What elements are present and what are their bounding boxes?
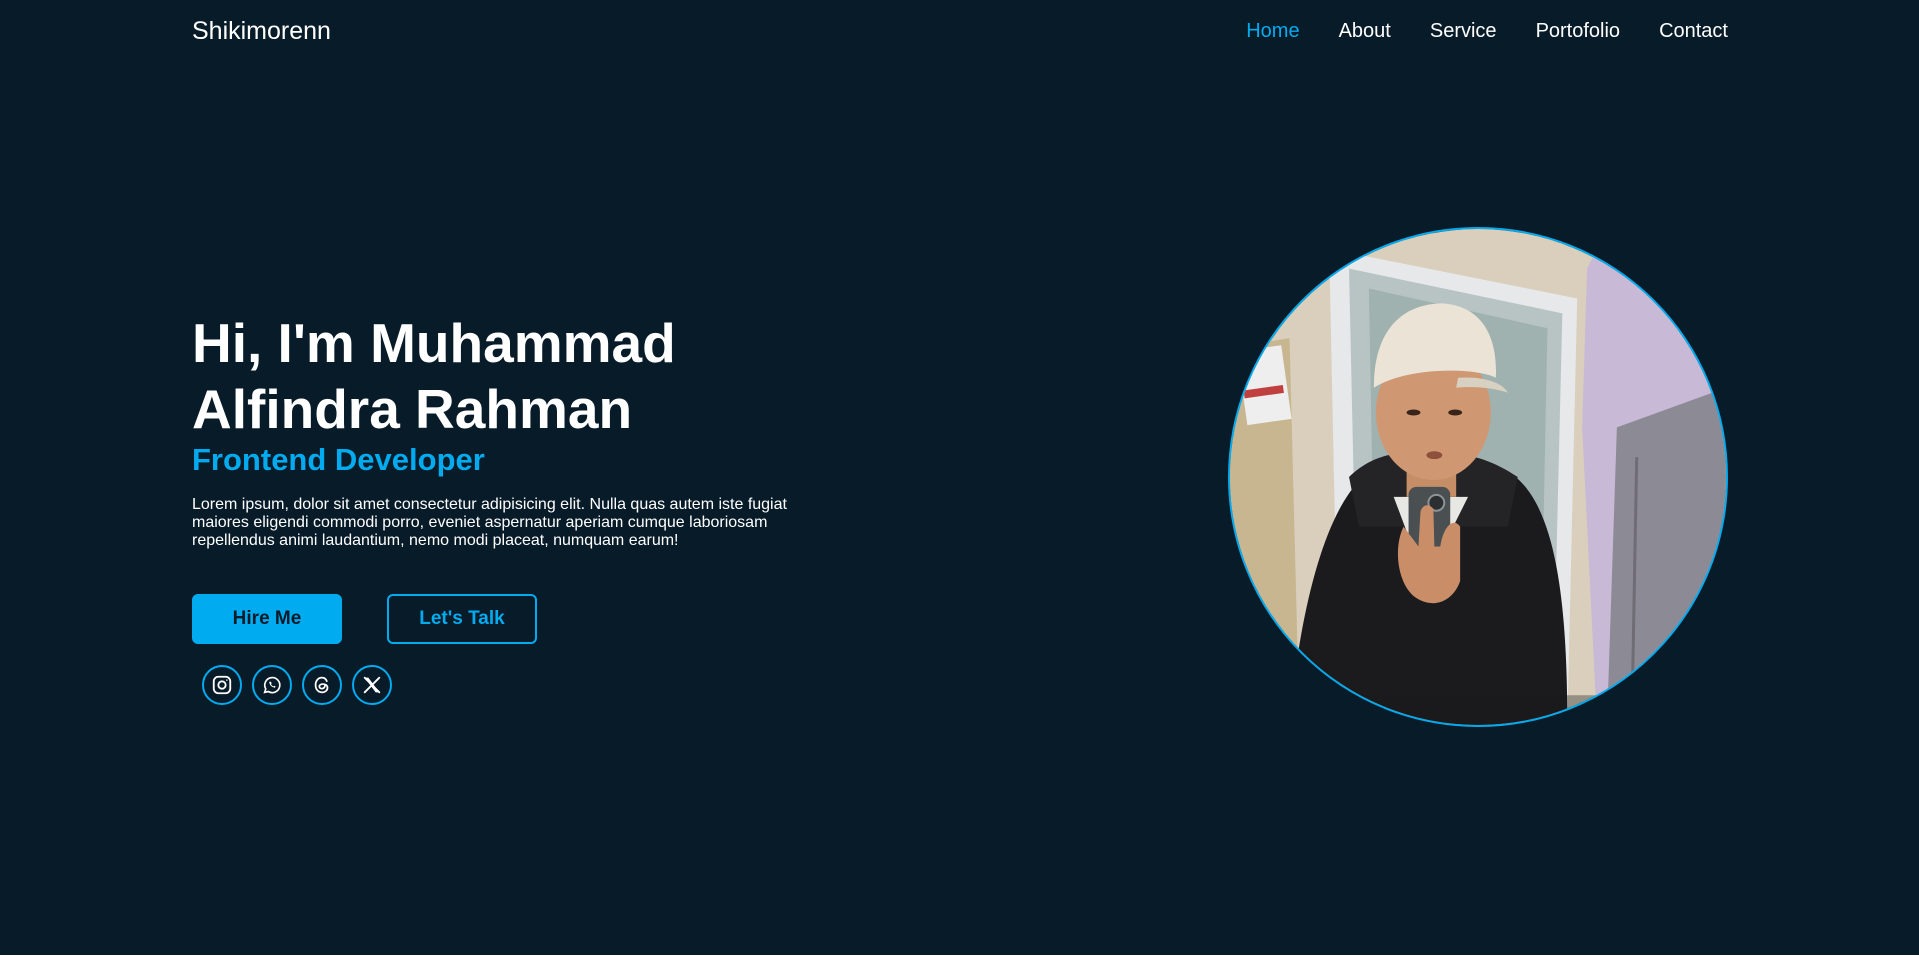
x-twitter-icon — [363, 676, 381, 694]
main-nav: Home About Service Portofolio Contact — [1207, 20, 1728, 43]
page: Shikimorenn Home About Service Portofoli… — [0, 0, 1919, 955]
nav-portofolio[interactable]: Portofolio — [1536, 20, 1621, 43]
x-twitter-link[interactable] — [352, 665, 392, 705]
instagram-link[interactable] — [202, 665, 242, 705]
hire-me-button[interactable]: Hire Me — [192, 594, 342, 644]
whatsapp-link[interactable] — [252, 665, 292, 705]
nav-home[interactable]: Home — [1246, 20, 1299, 43]
nav-about[interactable]: About — [1339, 20, 1391, 43]
nav-service[interactable]: Service — [1430, 20, 1497, 43]
social-links — [202, 665, 392, 705]
hero-description: Lorem ipsum, dolor sit amet consectetur … — [192, 496, 787, 549]
hero-subheading: Frontend Developer — [192, 442, 485, 477]
instagram-icon — [212, 675, 232, 695]
site-logo[interactable]: Shikimorenn — [192, 17, 331, 46]
threads-icon — [314, 676, 329, 694]
hero-heading: Hi, I'm Muhammad Alfindra Rahman — [192, 312, 676, 440]
header: Shikimorenn Home About Service Portofoli… — [0, 0, 1919, 66]
nav-contact[interactable]: Contact — [1659, 20, 1728, 43]
lets-talk-button[interactable]: Let's Talk — [387, 594, 537, 644]
hero-content: Hi, I'm Muhammad Alfindra Rahman Fronten… — [192, 310, 812, 550]
whatsapp-icon — [263, 676, 281, 694]
hero-buttons: Hire Me Let's Talk — [192, 594, 537, 644]
profile-photo-illustration — [1230, 229, 1726, 725]
threads-link[interactable] — [302, 665, 342, 705]
profile-photo — [1228, 227, 1728, 727]
